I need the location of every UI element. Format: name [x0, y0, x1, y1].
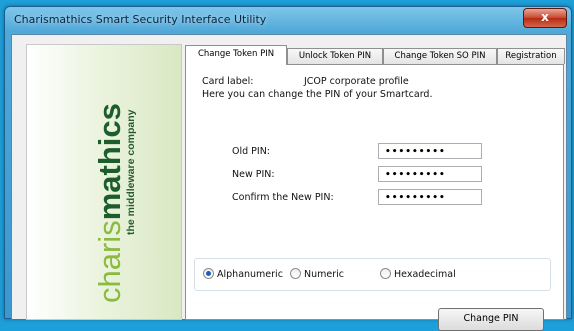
- brand-logo: charismathics the middleware company: [92, 103, 137, 303]
- svg-text:charismathics: charismathics: [92, 103, 127, 303]
- radio-numeric[interactable]: Numeric: [290, 268, 344, 280]
- radio-hexadecimal[interactable]: Hexadecimal: [380, 268, 456, 280]
- card-label-value: JCOP corporate profile: [304, 76, 409, 87]
- tab-change-token-so-pin[interactable]: Change Token SO PIN: [383, 48, 497, 64]
- app-window: Charismathics Smart Security Interface U…: [4, 6, 572, 331]
- radio-button-icon: [290, 268, 301, 279]
- radio-hexadecimal-label: Hexadecimal: [394, 269, 456, 280]
- confirm-pin-field[interactable]: •••••••••: [378, 189, 482, 205]
- new-pin-label: New PIN:: [232, 169, 275, 180]
- radio-button-icon: [380, 268, 391, 279]
- title-bar[interactable]: Charismathics Smart Security Interface U…: [5, 7, 571, 33]
- radio-alphanumeric[interactable]: Alphanumeric: [203, 268, 283, 280]
- logo-prefix: charis: [92, 220, 127, 303]
- logo-suffix: mathics: [92, 103, 127, 220]
- panel-description: Here you can change the PIN of your Smar…: [202, 89, 433, 100]
- tab-unlock-token-pin[interactable]: Unlock Token PIN: [287, 48, 383, 64]
- old-pin-field[interactable]: •••••••••: [378, 143, 482, 159]
- tab-change-token-pin[interactable]: Change Token PIN: [185, 45, 287, 65]
- pin-format-group: Alphanumeric Numeric Hexadecimal: [194, 258, 551, 291]
- window-title: Charismathics Smart Security Interface U…: [14, 13, 267, 26]
- new-pin-field[interactable]: •••••••••: [378, 166, 482, 182]
- card-label-caption: Card label:: [202, 76, 254, 87]
- old-pin-label: Old PIN:: [232, 146, 271, 157]
- tab-registration[interactable]: Registration: [497, 48, 565, 64]
- brand-panel: charismathics the middleware company: [26, 44, 182, 320]
- logo-tagline: the middleware company: [125, 109, 137, 235]
- client-area: charismathics the middleware company Cha…: [11, 34, 567, 331]
- radio-numeric-label: Numeric: [304, 269, 344, 280]
- change-pin-button[interactable]: Change PIN: [438, 308, 544, 331]
- close-button[interactable]: x: [523, 8, 567, 28]
- radio-alphanumeric-label: Alphanumeric: [217, 269, 283, 280]
- tab-panel: Card label: JCOP corporate profile Here …: [185, 64, 564, 331]
- confirm-pin-label: Confirm the New PIN:: [232, 192, 334, 203]
- radio-button-icon: [203, 268, 214, 279]
